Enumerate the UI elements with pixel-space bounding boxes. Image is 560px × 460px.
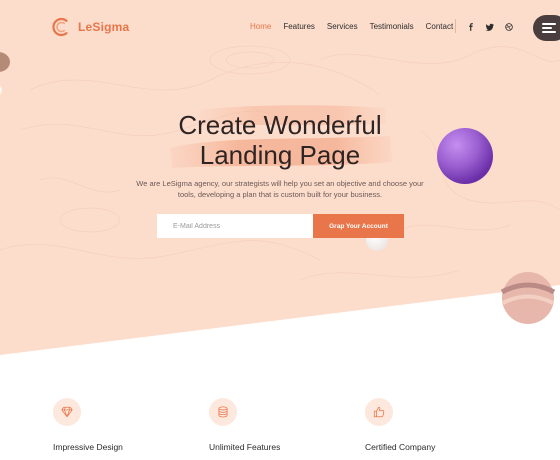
logo[interactable]: LeSigma — [52, 17, 129, 37]
hero-title-line-2: Landing Page — [199, 140, 361, 170]
feature-title: Unlimited Features — [209, 442, 281, 452]
feature-item: Unlimited Features — [209, 398, 280, 452]
hero-title-line-1: Create Wonderful — [178, 110, 382, 140]
hamburger-icon — [542, 23, 556, 25]
hero-subtitle: We are LeSigma agency, our strategists w… — [136, 179, 424, 199]
feature-item: Impressive Design — [53, 398, 123, 452]
thumbs-up-icon — [373, 406, 385, 418]
social-links — [466, 22, 514, 32]
feature-icon-circle — [365, 398, 393, 426]
features-section: Impressive Design Unlimited Features Cer… — [0, 398, 560, 460]
hero-title: Create Wonderful Landing Page — [0, 110, 560, 170]
grab-account-button[interactable]: Grap Your Account — [313, 214, 404, 238]
nav-item-home[interactable]: Home — [250, 22, 271, 31]
brand-name: LeSigma — [78, 20, 130, 34]
hamburger-icon-bar — [542, 27, 552, 29]
diamond-icon — [61, 406, 73, 418]
twitter-icon[interactable] — [485, 22, 495, 32]
nav-item-testimonials[interactable]: Testimonials — [370, 22, 414, 31]
logo-mark-icon — [52, 17, 68, 37]
nav-item-services[interactable]: Services — [327, 22, 358, 31]
database-icon — [218, 406, 228, 418]
nav-divider — [455, 19, 456, 33]
feature-title: Certified Company — [365, 442, 436, 452]
feature-icon-circle — [209, 398, 237, 426]
main-nav: Home Features Services Testimonials Cont… — [250, 22, 465, 31]
feature-item: Certified Company — [365, 398, 435, 452]
menu-button[interactable] — [533, 15, 560, 41]
facebook-icon[interactable] — [466, 22, 476, 32]
signup-form: Grap Your Account — [157, 214, 404, 238]
hamburger-icon-bar — [542, 31, 556, 33]
feature-icon-circle — [53, 398, 81, 426]
dribbble-icon[interactable] — [504, 22, 514, 32]
email-field[interactable] — [157, 214, 313, 238]
site-header: LeSigma Home Features Services Testimoni… — [0, 0, 560, 56]
nav-item-features[interactable]: Features — [283, 22, 315, 31]
nav-item-contact[interactable]: Contact — [426, 22, 454, 31]
feature-title: Impressive Design — [53, 442, 123, 452]
